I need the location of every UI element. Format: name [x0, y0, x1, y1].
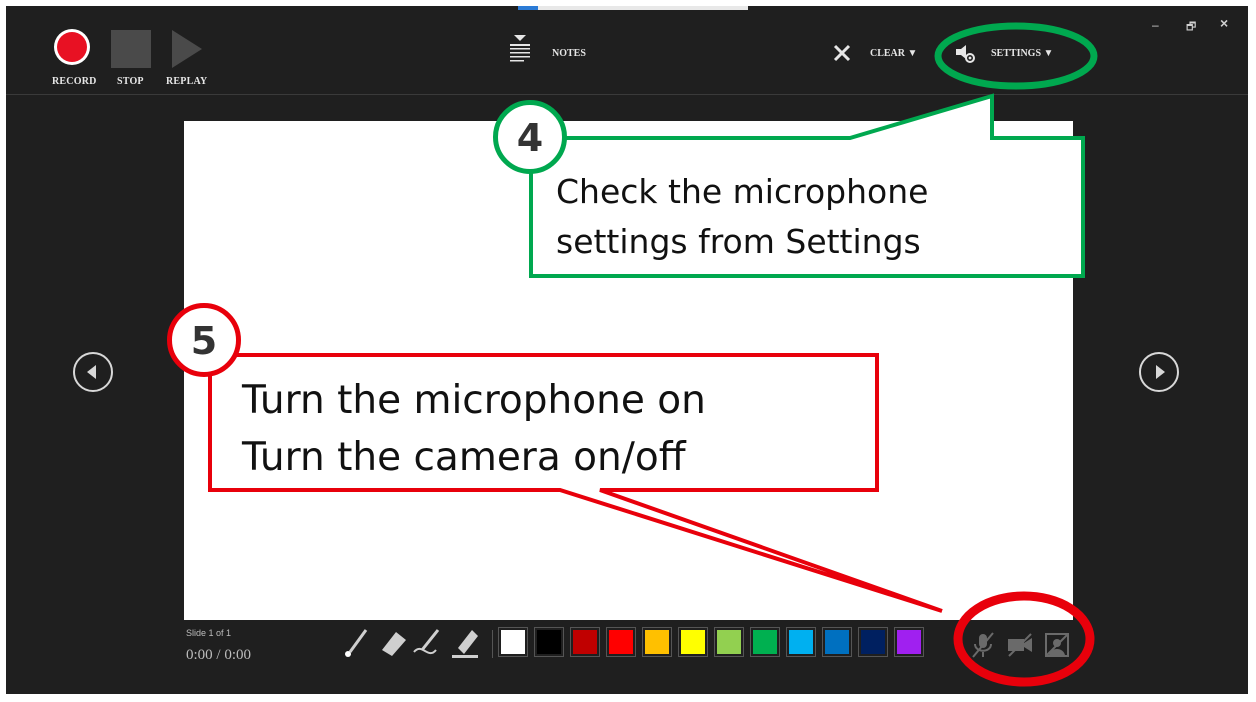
callout-5-text: Turn the microphone on Turn the camera o… [242, 372, 706, 486]
callout-5-line-1: Turn the microphone on [242, 378, 706, 423]
callout-5-number: 5 [167, 303, 241, 377]
callout-4-line-2: settings from Settings [556, 222, 921, 261]
callout-4-line-1: Check the microphone [556, 172, 929, 211]
callout-4-number: 4 [493, 100, 567, 174]
callout-4-text: Check the microphone settings from Setti… [556, 167, 928, 267]
callout-5-line-2: Turn the camera on/off [242, 435, 686, 480]
media-controls-highlight-ring [953, 591, 1095, 687]
settings-highlight-ring [934, 22, 1098, 90]
